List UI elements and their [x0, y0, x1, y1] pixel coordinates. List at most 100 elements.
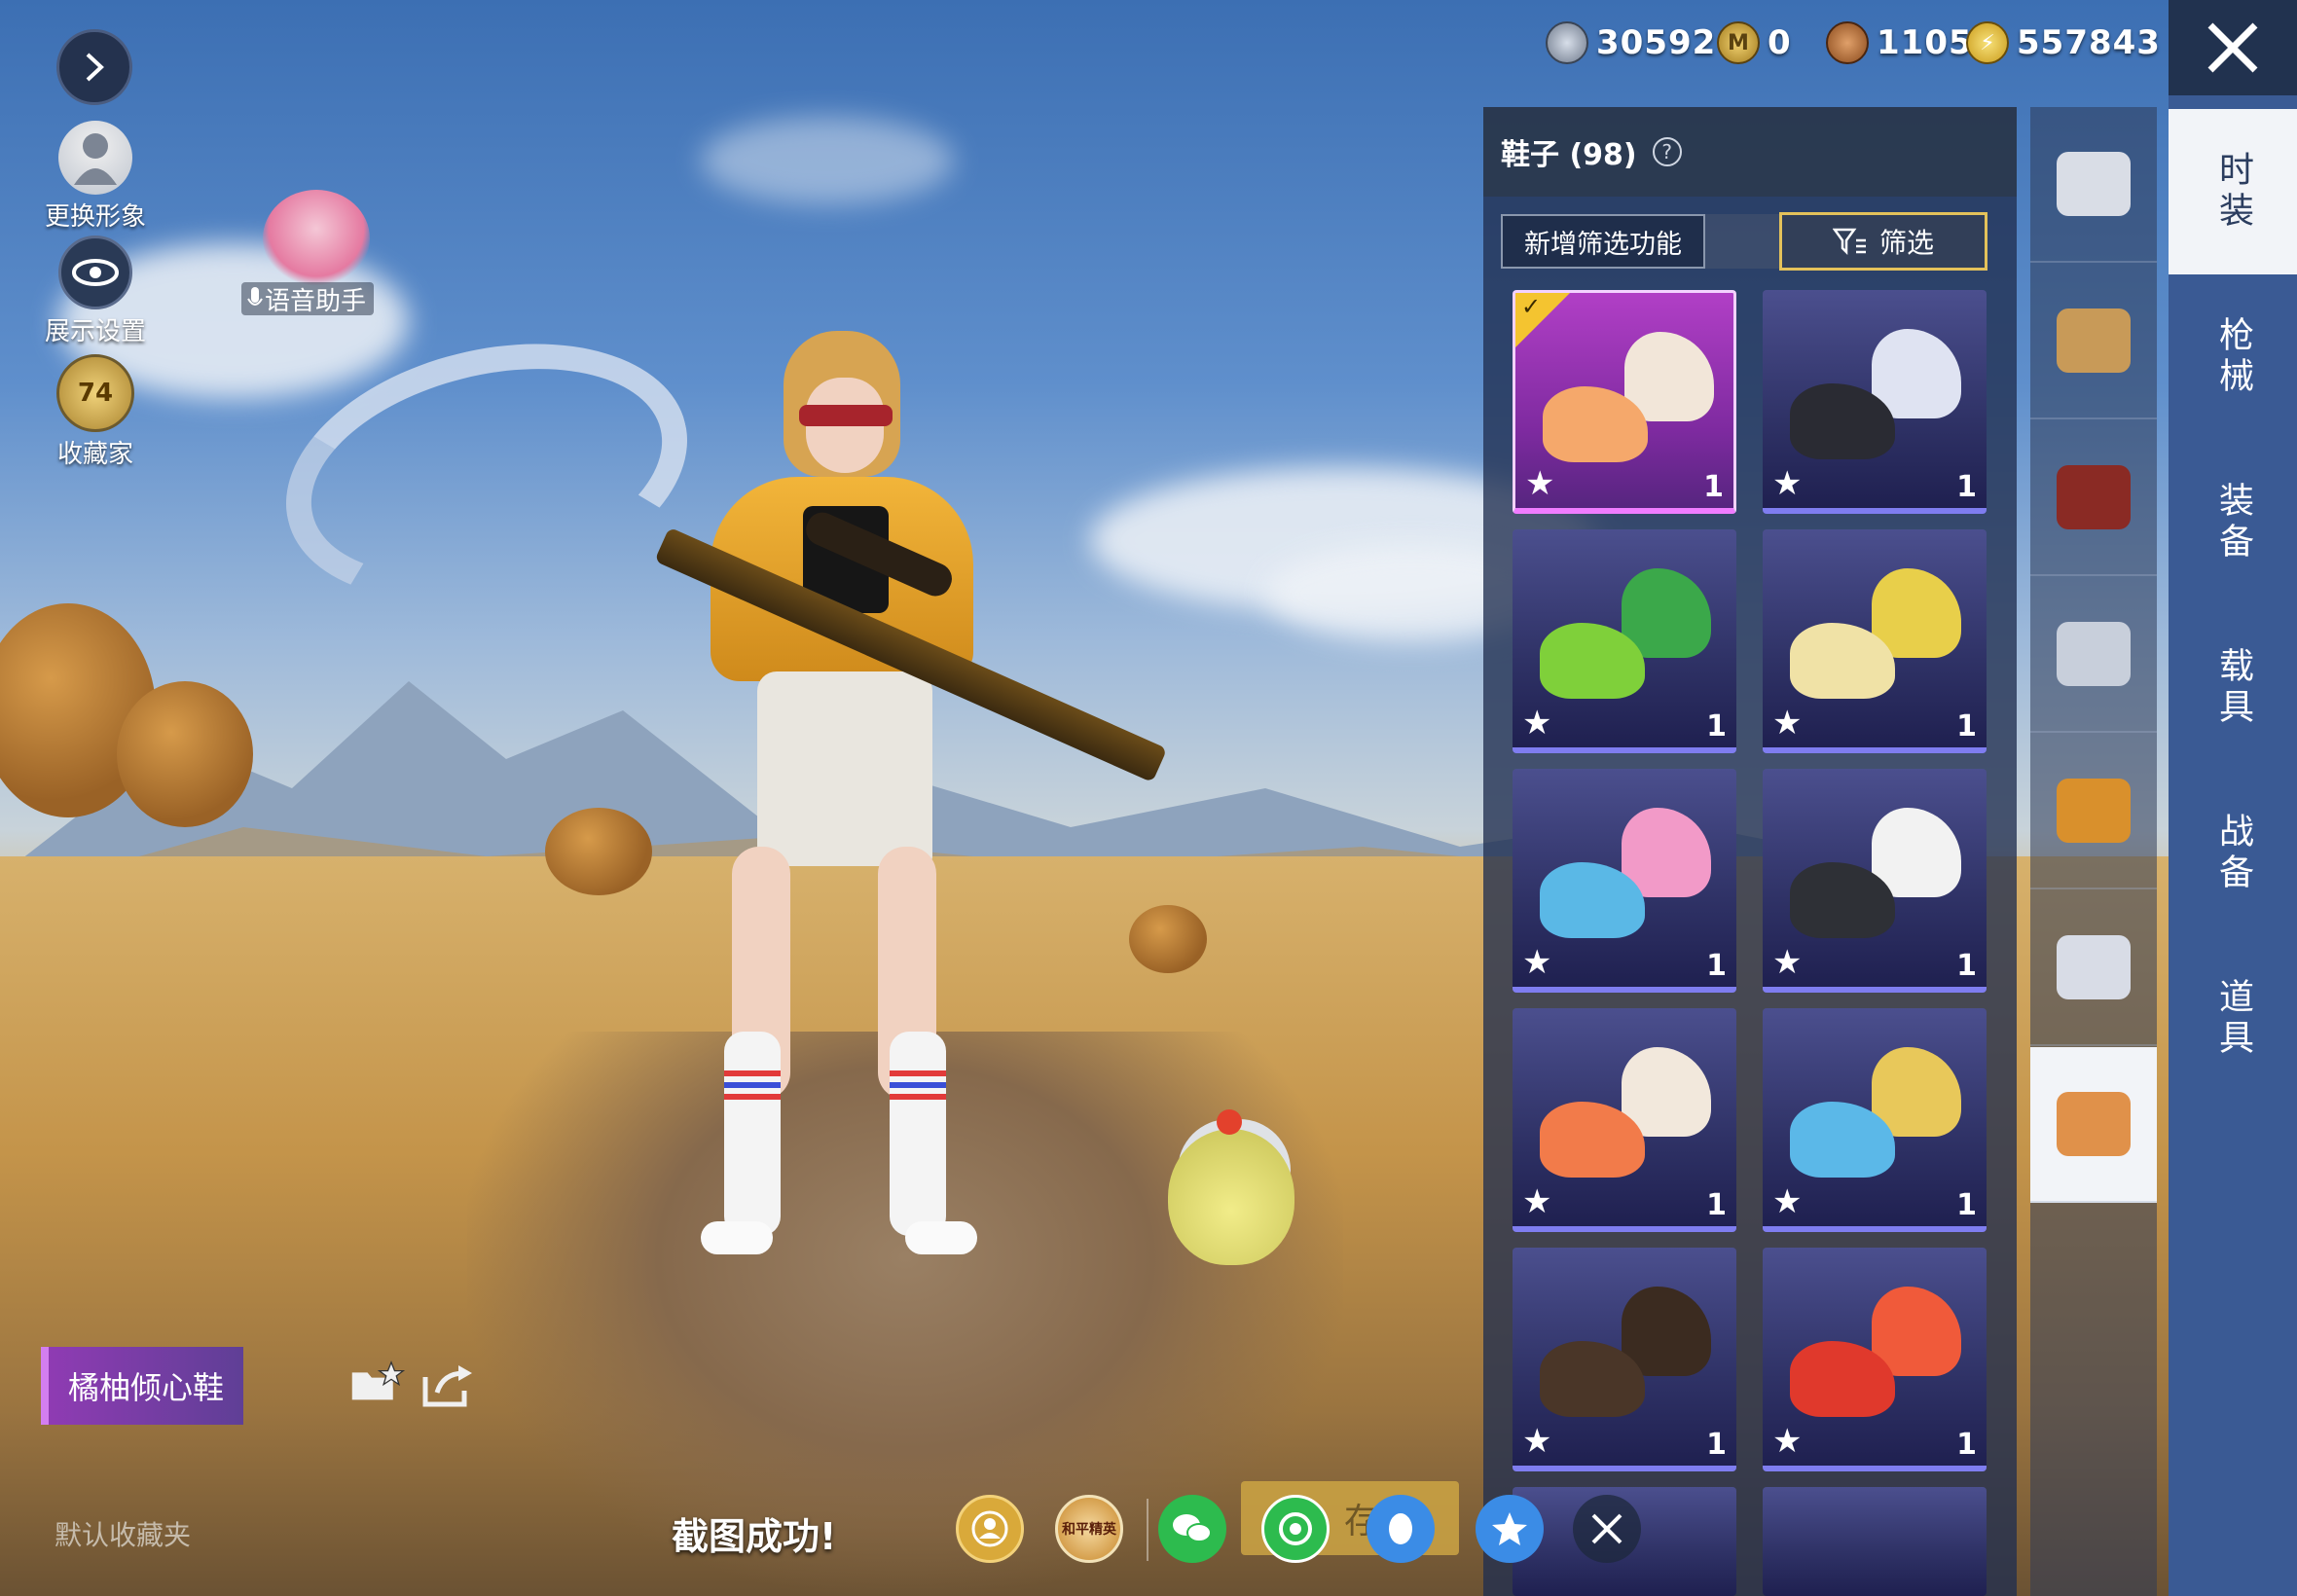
- help-icon[interactable]: ?: [1652, 137, 1682, 166]
- voice-assistant-avatar: [263, 190, 370, 287]
- item-quantity: 1: [1703, 470, 1724, 504]
- item-tile[interactable]: ★ 1: [1513, 769, 1736, 993]
- collector-badge-icon: 74: [56, 354, 134, 432]
- favorite-star-icon[interactable]: ★: [1522, 707, 1551, 740]
- tab-label: 时装: [2213, 151, 2253, 233]
- add-favorite-button[interactable]: [350, 1359, 405, 1405]
- favorite-star-icon[interactable]: ★: [1772, 707, 1802, 740]
- favorite-star-icon[interactable]: ★: [1772, 1185, 1802, 1218]
- jacket-icon: [2057, 779, 2131, 843]
- favorite-star-icon[interactable]: ★: [1772, 467, 1802, 500]
- category-outfit[interactable]: [2030, 107, 2157, 263]
- selected-item-name: 橘柚倾心鞋: [41, 1347, 243, 1425]
- inventory-title: 鞋子 (98): [1501, 138, 1637, 172]
- item-tile[interactable]: ★ 1: [1513, 1248, 1736, 1471]
- collector-label: 收藏家: [56, 440, 133, 469]
- item-tile[interactable]: ★ 1: [1513, 1008, 1736, 1232]
- tab-0[interactable]: 时装: [2169, 109, 2297, 274]
- hat-icon: [2057, 465, 2131, 529]
- favorite-star-icon[interactable]: ★: [1522, 1425, 1551, 1458]
- tab-label: 枪械: [2213, 316, 2253, 398]
- headgear-icon: [2057, 308, 2131, 373]
- silver-coin-icon: [1546, 21, 1588, 64]
- wechat-share-button[interactable]: [1158, 1495, 1226, 1563]
- person-circle-icon: [971, 1510, 1008, 1547]
- qq-share-button[interactable]: [1367, 1495, 1435, 1563]
- shoes-icon: [2057, 1092, 2131, 1156]
- outfit-icon: [2057, 152, 2131, 216]
- currency-bronze[interactable]: 1105: [1826, 21, 1973, 64]
- x-icon: [1591, 1513, 1622, 1544]
- moments-share-button[interactable]: [1261, 1495, 1330, 1563]
- tab-2[interactable]: 装备: [2169, 440, 2297, 605]
- category-headgear[interactable]: [2030, 264, 2157, 419]
- share-profile-button[interactable]: [956, 1495, 1024, 1563]
- wechat-icon: [1173, 1514, 1212, 1542]
- tab-label: 装备: [2213, 482, 2253, 563]
- qzone-share-button[interactable]: [1476, 1495, 1544, 1563]
- display-settings-label: 展示设置: [44, 317, 146, 346]
- item-tile-partial[interactable]: [1763, 1487, 1987, 1596]
- item-tile-selected[interactable]: ✓ ★ 1: [1513, 290, 1736, 514]
- filter-icon: [1832, 228, 1866, 256]
- close-icon: [2207, 22, 2258, 73]
- collector-button[interactable]: 74 收藏家: [27, 354, 164, 470]
- voice-assistant-button[interactable]: 语音助手: [241, 190, 383, 316]
- default-favorites-label[interactable]: 默认收藏夹: [55, 1514, 191, 1553]
- currency-lightning[interactable]: ⚡ 557843: [1966, 21, 2161, 64]
- screenshot-success-toast: 截图成功!: [672, 1515, 837, 1558]
- category-mask[interactable]: [2030, 577, 2157, 733]
- bronze-coin-icon: [1826, 21, 1869, 64]
- favorite-star-icon[interactable]: ★: [1522, 1185, 1551, 1218]
- display-settings-button[interactable]: 展示设置: [27, 236, 164, 347]
- item-quantity: 1: [1706, 1188, 1727, 1222]
- filter-button[interactable]: 筛选: [1779, 212, 1987, 271]
- expand-menu-button[interactable]: [56, 29, 132, 105]
- item-quantity: 1: [1706, 709, 1727, 744]
- category-jacket[interactable]: [2030, 734, 2157, 889]
- item-tile[interactable]: ★ 1: [1763, 769, 1987, 993]
- eye-icon: [58, 236, 132, 309]
- player-character[interactable]: [662, 321, 1012, 1285]
- share-export-button[interactable]: [420, 1362, 475, 1409]
- tab-label: 道具: [2213, 978, 2253, 1060]
- chick-pet-tuft: [1217, 1109, 1242, 1135]
- item-tile[interactable]: ★ 1: [1763, 1248, 1987, 1471]
- x-share-button[interactable]: [1573, 1495, 1641, 1563]
- item-tile[interactable]: ★ 1: [1763, 529, 1987, 753]
- item-tile[interactable]: ★ 1: [1763, 290, 1987, 514]
- game-app-share-button[interactable]: 和平精英: [1055, 1495, 1123, 1563]
- currency-silver[interactable]: 30592: [1546, 21, 1716, 64]
- favorite-star-icon[interactable]: ★: [1772, 946, 1802, 979]
- new-filter-feature-label[interactable]: 新增筛选功能: [1501, 214, 1705, 269]
- gold-token-icon: M: [1717, 21, 1760, 64]
- mask-icon: [2057, 622, 2131, 686]
- change-avatar-label: 更换形象: [44, 202, 146, 232]
- checkmark-icon: ✓: [1521, 293, 1542, 320]
- change-avatar-button[interactable]: 更换形象: [27, 121, 164, 233]
- favorite-star-icon[interactable]: ★: [1772, 1425, 1802, 1458]
- item-tile[interactable]: ★ 1: [1763, 1008, 1987, 1232]
- qzone-star-icon: [1492, 1512, 1527, 1545]
- favorite-star-icon[interactable]: ★: [1525, 467, 1554, 500]
- tab-3[interactable]: 载具: [2169, 605, 2297, 771]
- voice-assistant-label: 语音助手: [265, 286, 367, 316]
- camera-shutter-icon: [1279, 1512, 1312, 1545]
- item-tile[interactable]: ★ 1: [1513, 529, 1736, 753]
- item-quantity: 1: [1956, 1428, 1977, 1462]
- tab-1[interactable]: 枪械: [2169, 274, 2297, 440]
- favorite-star-icon[interactable]: ★: [1522, 946, 1551, 979]
- item-quantity: 1: [1956, 949, 1977, 983]
- chick-pet[interactable]: [1168, 1129, 1294, 1265]
- avatar-icon: [58, 121, 132, 195]
- folder-star-icon: [351, 1360, 405, 1400]
- tab-5[interactable]: 道具: [2169, 936, 2297, 1102]
- category-hat[interactable]: [2030, 420, 2157, 576]
- currency-value: 30592: [1596, 23, 1717, 62]
- currency-gold-token[interactable]: M 0: [1717, 21, 1792, 64]
- item-quantity: 1: [1956, 1188, 1977, 1222]
- category-pants[interactable]: [2030, 890, 2157, 1046]
- close-button[interactable]: [2169, 0, 2297, 95]
- tab-4[interactable]: 战备: [2169, 771, 2297, 936]
- category-shoes[interactable]: [2030, 1047, 2157, 1203]
